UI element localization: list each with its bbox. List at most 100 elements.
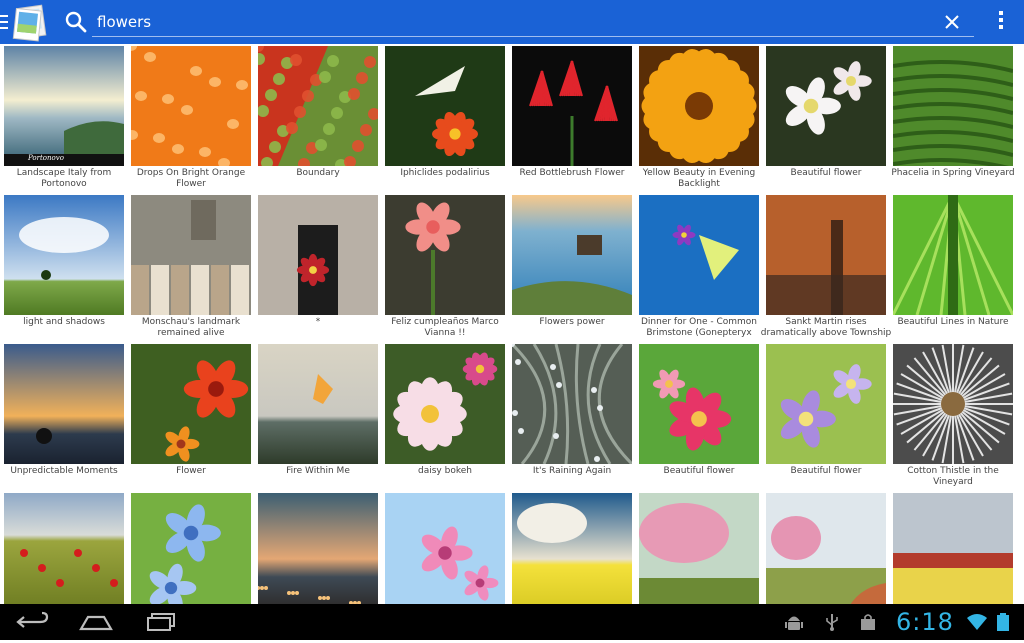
photo-grid: Portonovo Landscape Italy from Portonovo D… (0, 44, 1024, 613)
photo-thumbnail[interactable] (258, 344, 378, 464)
photo-tile[interactable]: Boundary (254, 46, 381, 196)
photo-tile[interactable]: Sankt Martin rises dramatically above To… (760, 195, 892, 345)
search-input[interactable]: flowers (97, 10, 897, 34)
photo-tile[interactable]: Dinner for One - Common Brimstone (Gonep… (635, 195, 762, 345)
photo-caption: Flower (176, 466, 206, 476)
photo-thumbnail[interactable] (385, 493, 505, 613)
photo-thumbnail[interactable] (766, 46, 886, 166)
photo-caption: Flowers power (539, 317, 605, 327)
photo-caption: Iphiclides podalirius (400, 168, 490, 178)
photo-thumbnail[interactable] (639, 493, 759, 613)
gallery-app-icon[interactable] (10, 4, 50, 42)
photo-caption: Dinner for One - Common Brimstone (Gonep… (640, 317, 757, 338)
photo-tile[interactable]: daisy bokeh (381, 344, 508, 494)
photo-caption: Red Bottlebrush Flower (519, 168, 625, 178)
photo-thumbnail[interactable] (4, 46, 124, 166)
photo-caption: daisy bokeh (418, 466, 472, 476)
photo-caption: It's Raining Again (532, 466, 612, 476)
photo-thumbnail[interactable] (258, 195, 378, 315)
photo-tile[interactable]: Yellow Beauty in Evening Backlight (635, 46, 762, 196)
overflow-menu-icon[interactable] (996, 11, 1006, 33)
photo-thumbnail[interactable] (766, 493, 886, 613)
photo-tile[interactable]: Flowers power (508, 195, 635, 345)
photo-tile[interactable]: Beautiful flower (762, 46, 889, 196)
action-bar: flowers (0, 0, 1024, 44)
photo-caption: Beautiful flower (790, 466, 862, 476)
photo-thumbnail[interactable] (512, 46, 632, 166)
photo-caption: Feliz cumpleaños Marco Vianna !! (391, 317, 499, 338)
photo-tile[interactable]: Beautiful Lines in Nature (889, 195, 1016, 345)
photo-caption: Yellow Beauty in Evening Backlight (642, 168, 756, 189)
shopping-bag-icon (858, 613, 878, 631)
back-icon[interactable] (14, 610, 54, 634)
photo-thumbnail[interactable] (766, 195, 886, 315)
wifi-icon (966, 613, 988, 631)
photo-thumbnail[interactable] (639, 195, 759, 315)
menu-icon[interactable] (0, 15, 8, 29)
photo-caption: Drops On Bright Orange Flower (136, 168, 246, 189)
close-icon[interactable] (940, 10, 964, 34)
photo-thumbnail[interactable] (766, 344, 886, 464)
photo-tile[interactable]: * (254, 195, 381, 345)
photo-thumbnail[interactable] (4, 195, 124, 315)
photo-caption: Fire Within Me (286, 466, 350, 476)
photo-tile[interactable]: Unpredictable Moments (0, 344, 127, 494)
clock: 6:18 (896, 608, 954, 636)
photo-tile[interactable]: Monschau's landmark remained alive (127, 195, 254, 345)
photo-watermark: Portonovo (28, 154, 64, 162)
photo-thumbnail[interactable] (893, 195, 1013, 315)
photo-thumbnail[interactable] (258, 46, 378, 166)
android-debug-icon (784, 613, 804, 631)
photo-thumbnail[interactable] (893, 344, 1013, 464)
photo-tile[interactable]: Red Bottlebrush Flower (508, 46, 635, 196)
photo-caption: Phacelia in Spring Vineyard (891, 168, 1015, 178)
photo-tile[interactable]: Portonovo Landscape Italy from Portonovo (0, 46, 127, 196)
photo-caption: Landscape Italy from Portonovo (16, 168, 112, 189)
photo-caption: Monschau's landmark remained alive (141, 317, 241, 338)
photo-thumbnail[interactable] (131, 344, 251, 464)
photo-thumbnail[interactable] (131, 46, 251, 166)
photo-tile[interactable]: Cotton Thistle in the Vineyard (889, 344, 1016, 494)
photo-tile[interactable]: It's Raining Again (508, 344, 635, 494)
photo-thumbnail[interactable] (385, 195, 505, 315)
photo-tile[interactable]: Beautiful flower (762, 344, 889, 494)
photo-tile[interactable]: Flower (127, 344, 254, 494)
photo-tile[interactable]: Drops On Bright Orange Flower (127, 46, 254, 196)
search-icon[interactable] (64, 10, 88, 34)
photo-caption: Cotton Thistle in the Vineyard (907, 466, 999, 487)
photo-thumbnail[interactable] (131, 493, 251, 613)
photo-thumbnail[interactable] (512, 195, 632, 315)
usb-icon (822, 613, 842, 631)
home-icon[interactable] (76, 610, 116, 634)
photo-thumbnail[interactable] (512, 493, 632, 613)
photo-caption: Sankt Martin rises dramatically above To… (760, 317, 892, 338)
photo-thumbnail[interactable] (639, 46, 759, 166)
recent-apps-icon[interactable] (142, 610, 182, 634)
photo-tile[interactable]: Phacelia in Spring Vineyard (889, 46, 1016, 196)
photo-tile[interactable]: light and shadows (0, 195, 127, 345)
photo-thumbnail[interactable] (639, 344, 759, 464)
photo-thumbnail[interactable] (893, 46, 1013, 166)
photo-thumbnail[interactable] (4, 493, 124, 613)
photo-caption: Boundary (296, 168, 340, 178)
photo-caption: Beautiful Lines in Nature (897, 317, 1009, 327)
search-underline (92, 36, 974, 37)
photo-caption: light and shadows (23, 317, 105, 327)
photo-thumbnail[interactable] (512, 344, 632, 464)
photo-tile[interactable]: Iphiclides podalirius (381, 46, 508, 196)
photo-thumbnail[interactable] (893, 493, 1013, 613)
photo-caption: * (315, 317, 321, 327)
photo-thumbnail[interactable] (385, 344, 505, 464)
photo-thumbnail[interactable] (131, 195, 251, 315)
photo-caption: Beautiful flower (663, 466, 735, 476)
photo-caption: Unpredictable Moments (10, 466, 118, 476)
photo-thumbnail[interactable] (4, 344, 124, 464)
photo-thumbnail[interactable] (385, 46, 505, 166)
photo-caption: Beautiful flower (790, 168, 862, 178)
system-bar: 6:18 (0, 604, 1024, 640)
photo-tile[interactable]: Feliz cumpleaños Marco Vianna !! (381, 195, 508, 345)
photo-tile[interactable]: Beautiful flower (635, 344, 762, 494)
photo-tile[interactable]: Fire Within Me (254, 344, 381, 494)
battery-icon (996, 613, 1010, 631)
photo-thumbnail[interactable] (258, 493, 378, 613)
